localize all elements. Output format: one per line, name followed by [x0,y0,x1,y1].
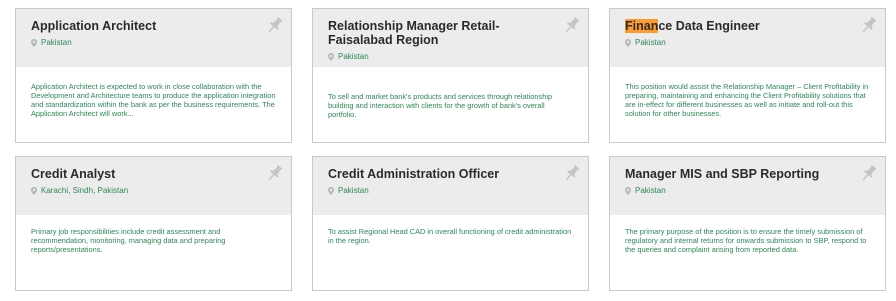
card-header: Credit Analyst Karachi, Sindh, Pakistan [16,157,291,215]
job-card[interactable]: Manager MIS and SBP Reporting Pakistan T… [609,156,886,291]
job-title[interactable]: Credit Administration Officer [328,167,558,181]
map-marker-icon [328,186,334,195]
job-location: Karachi, Sindh, Pakistan [31,186,261,195]
job-description: The primary purpose of the position is t… [625,227,867,254]
card-header: Application Architect Pakistan [16,9,291,67]
job-location: Pakistan [328,52,533,61]
job-description: To sell and market bank's products and s… [328,92,553,119]
map-marker-icon [31,186,37,195]
job-location: Pakistan [328,186,558,195]
job-card[interactable]: Credit Analyst Karachi, Sindh, Pakistan … [15,156,292,291]
job-card[interactable]: Credit Administration Officer Pakistan T… [312,156,589,291]
card-header: Finance Data Engineer Pakistan [610,9,885,67]
job-card[interactable]: Finance Data Engineer Pakistan This posi… [609,8,886,143]
job-description: Application Architect is expected to wor… [31,82,276,118]
map-marker-icon [31,38,37,47]
pushpin-icon[interactable] [265,15,285,35]
job-description: To assist Regional Head CAD in overall f… [328,227,572,245]
card-header: Credit Administration Officer Pakistan [313,157,588,215]
job-title[interactable]: Application Architect [31,19,261,33]
pushpin-icon[interactable] [859,15,879,35]
map-marker-icon [328,52,334,61]
job-card[interactable]: Application Architect Pakistan Applicati… [15,8,292,143]
search-highlight: Finan [625,19,659,33]
card-header: Relationship Manager Retail-Faisalabad R… [313,9,588,67]
job-location: Pakistan [625,38,855,47]
pushpin-icon[interactable] [265,163,285,183]
map-marker-icon [625,186,631,195]
card-header: Manager MIS and SBP Reporting Pakistan [610,157,885,215]
job-description: Primary job responsibilities include cre… [31,227,226,254]
job-description: This position would assist the Relations… [625,82,869,118]
pushpin-icon[interactable] [562,163,582,183]
job-card[interactable]: Relationship Manager Retail-Faisalabad R… [312,8,589,143]
job-location: Pakistan [625,186,855,195]
job-title[interactable]: Manager MIS and SBP Reporting [625,167,855,181]
job-title[interactable]: Relationship Manager Retail-Faisalabad R… [328,19,533,47]
pushpin-icon[interactable] [859,163,879,183]
map-marker-icon [625,38,631,47]
pushpin-icon[interactable] [562,15,582,35]
job-title[interactable]: Finance Data Engineer [625,19,855,33]
job-location: Pakistan [31,38,261,47]
job-title[interactable]: Credit Analyst [31,167,261,181]
